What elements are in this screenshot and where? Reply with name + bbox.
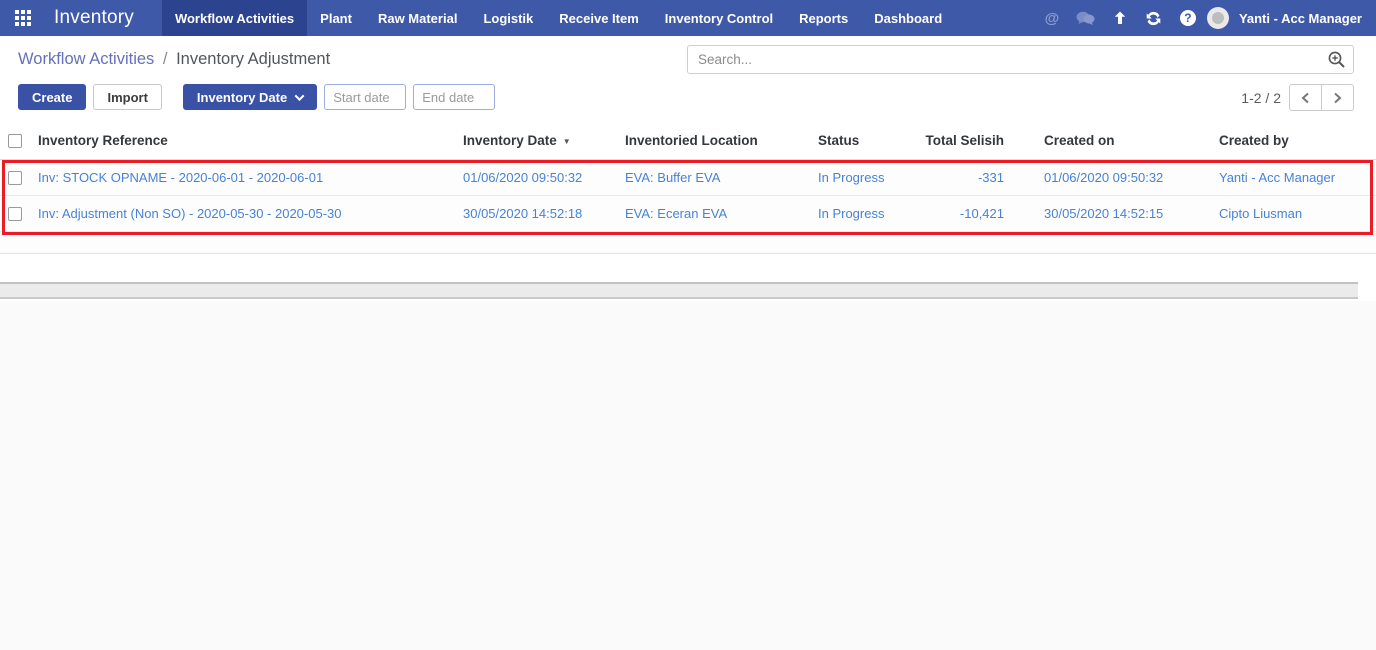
app-title[interactable]: Inventory (46, 0, 162, 36)
cell-created-by[interactable]: Cipto Liusman (1187, 206, 1376, 221)
apps-grid-icon (15, 10, 31, 26)
nav-item-plant[interactable]: Plant (307, 0, 365, 36)
help-icon[interactable]: ? (1173, 3, 1203, 33)
cell-inventory-date[interactable]: 30/05/2020 14:52:18 (455, 206, 615, 221)
refresh-icon[interactable] (1139, 3, 1169, 33)
breadcrumb-parent-link[interactable]: Workflow Activities (18, 50, 154, 68)
cell-status[interactable]: In Progress (815, 206, 912, 221)
sort-desc-icon: ▼ (562, 137, 571, 146)
chat-bubbles-icon (1076, 11, 1095, 25)
start-date-input[interactable] (324, 84, 407, 110)
mentions-icon[interactable]: @ (1037, 3, 1067, 33)
horizontal-scrollbar[interactable] (0, 282, 1358, 299)
control-panel: Workflow Activities / Inventory Adjustme… (0, 36, 1376, 122)
empty-content-area (0, 301, 1376, 650)
create-button[interactable]: Create (18, 84, 87, 110)
top-navbar: Inventory Workflow Activities Plant Raw … (0, 0, 1376, 36)
column-header-total-selisih[interactable]: Total Selisih (912, 133, 1012, 148)
pager-range: 1-2 / 2 (1241, 89, 1281, 106)
cell-inventoried-location[interactable]: EVA: Buffer EVA (615, 170, 815, 185)
messages-icon[interactable] (1071, 3, 1101, 33)
search-input[interactable] (687, 45, 1354, 74)
chevron-right-icon (1334, 92, 1342, 103)
table-row[interactable]: Inv: Adjustment (Non SO) - 2020-05-30 - … (0, 196, 1376, 232)
column-header-inventoried-location[interactable]: Inventoried Location (615, 133, 815, 148)
nav-item-logistik[interactable]: Logistik (470, 0, 546, 36)
column-header-status[interactable]: Status (815, 133, 912, 148)
pager: 1-2 / 2 (1241, 84, 1354, 111)
import-button[interactable]: Import (93, 84, 162, 110)
list-header-row: Inventory Reference Inventory Date ▼ Inve… (0, 122, 1376, 160)
column-header-created-by[interactable]: Created by (1187, 133, 1376, 148)
cell-status[interactable]: In Progress (815, 170, 912, 185)
cell-inventory-reference[interactable]: Inv: Adjustment (Non SO) - 2020-05-30 - … (38, 206, 455, 221)
search-bar (687, 45, 1354, 74)
column-header-inventory-reference[interactable]: Inventory Reference (38, 133, 455, 148)
nav-item-raw-material[interactable]: Raw Material (365, 0, 470, 36)
cell-total-selisih[interactable]: -10,421 (912, 206, 1012, 221)
chevron-left-icon (1301, 92, 1309, 103)
main-menu: Workflow Activities Plant Raw Material L… (161, 0, 955, 36)
breadcrumb: Workflow Activities / Inventory Adjustme… (18, 50, 330, 69)
breadcrumb-separator: / (162, 50, 168, 68)
cell-inventory-reference[interactable]: Inv: STOCK OPNAME - 2020-06-01 - 2020-06… (38, 170, 455, 185)
cell-inventoried-location[interactable]: EVA: Eceran EVA (615, 206, 815, 221)
end-date-input[interactable] (413, 84, 496, 110)
cell-created-on[interactable]: 30/05/2020 14:52:15 (1012, 206, 1187, 221)
apps-menu-button[interactable] (0, 0, 46, 36)
cell-total-selisih[interactable]: -331 (912, 170, 1012, 185)
nav-item-inventory-control[interactable]: Inventory Control (652, 0, 786, 36)
nav-item-workflow-activities[interactable]: Workflow Activities (161, 0, 308, 36)
pager-previous-button[interactable] (1289, 84, 1322, 111)
column-header-inventory-date[interactable]: Inventory Date ▼ (455, 133, 615, 148)
user-avatar[interactable] (1206, 7, 1229, 29)
select-all-checkbox[interactable] (8, 133, 22, 148)
table-row[interactable]: Inv: STOCK OPNAME - 2020-06-01 - 2020-06… (0, 160, 1376, 196)
nav-item-dashboard[interactable]: Dashboard (861, 0, 955, 36)
cell-inventory-date[interactable]: 01/06/2020 09:50:32 (455, 170, 615, 185)
list-footer-divider (0, 232, 1376, 254)
upload-icon[interactable] (1105, 3, 1135, 33)
row-checkbox[interactable] (8, 170, 22, 185)
inventory-adjustment-list: Inventory Reference Inventory Date ▼ Inve… (0, 122, 1376, 235)
page-title: Inventory Adjustment (176, 50, 331, 68)
column-header-created-on[interactable]: Created on (1012, 133, 1187, 148)
user-menu[interactable]: Yanti - Acc Manager (1239, 11, 1362, 26)
cell-created-by[interactable]: Yanti - Acc Manager (1187, 170, 1376, 185)
cell-created-on[interactable]: 01/06/2020 09:50:32 (1012, 170, 1187, 185)
nav-item-reports[interactable]: Reports (786, 0, 861, 36)
action-toolbar: Create Import Inventory Date (18, 84, 496, 110)
search-magnifier-icon[interactable] (1327, 50, 1346, 69)
row-checkbox[interactable] (8, 206, 22, 221)
pager-next-button[interactable] (1321, 84, 1354, 111)
inventory-date-filter-button[interactable]: Inventory Date (182, 84, 318, 110)
nav-item-receive-item[interactable]: Receive Item (546, 0, 652, 36)
chevron-down-icon (294, 90, 305, 101)
